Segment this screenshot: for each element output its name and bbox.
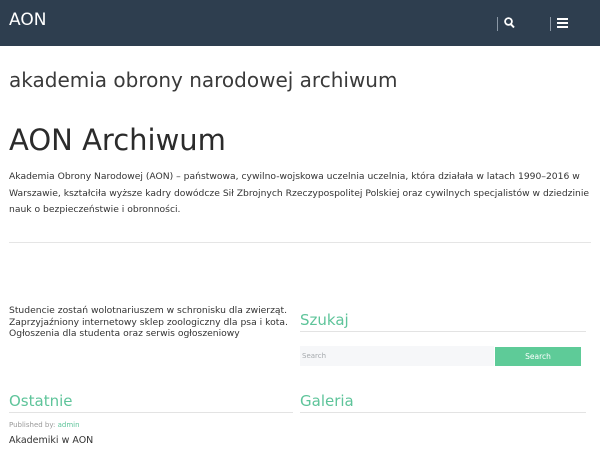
menu-icon xyxy=(557,18,568,28)
search-icon xyxy=(504,17,515,29)
search-input[interactable] xyxy=(300,346,494,366)
post-meta: Published by: admin xyxy=(9,421,80,429)
search-toggle-button[interactable] xyxy=(497,17,515,31)
article-intro: Akademia Obrony Narodowej (AON) – państw… xyxy=(9,171,590,215)
promo-line: Ogłoszenia dla studenta oraz serwis ogło… xyxy=(9,328,240,340)
promo-line: Studencie zostań wolotnariuszem w schron… xyxy=(9,305,288,316)
published-by-label: Published by: xyxy=(9,421,56,429)
top-navbar: AON xyxy=(0,0,600,46)
recent-widget-title: Ostatnie xyxy=(9,392,73,410)
gallery-widget-divider xyxy=(300,412,586,413)
recent-post-link[interactable]: Akademiki w AON xyxy=(9,435,93,446)
brand-logo[interactable]: AON xyxy=(9,10,46,30)
promo-text: Studencie zostań wolotnariuszem w schron… xyxy=(9,305,289,340)
search-widget-title: Szukaj xyxy=(300,311,349,329)
page-title: AON Archiwum xyxy=(9,123,226,157)
search-widget-divider xyxy=(300,331,586,332)
site-tagline: akademia obrony narodowej archiwum xyxy=(9,68,398,92)
author-link[interactable]: admin xyxy=(58,421,80,429)
promo-line: Zaprzyjaźniony internetowy sklep zoologi… xyxy=(9,316,288,328)
recent-widget-divider xyxy=(9,412,293,413)
search-button[interactable]: Search xyxy=(495,347,581,366)
content-divider xyxy=(9,242,591,243)
gallery-widget-title: Galeria xyxy=(300,392,354,410)
menu-toggle-button[interactable] xyxy=(550,17,568,31)
